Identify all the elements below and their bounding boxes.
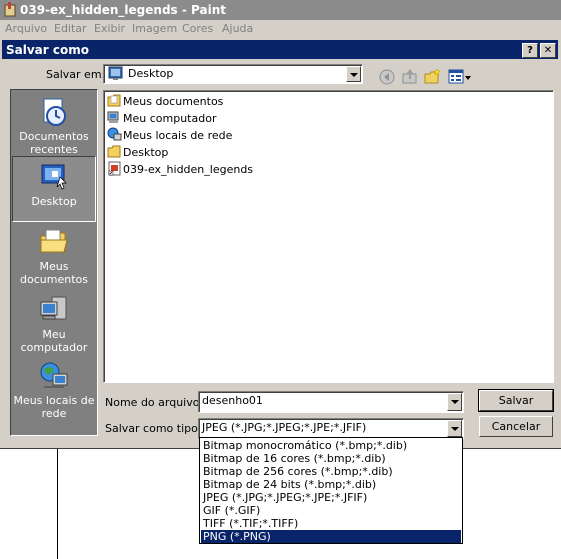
back-icon[interactable]: [378, 68, 396, 86]
place-my-computer[interactable]: Meu computador: [12, 290, 96, 356]
paint-menu-bar: Arquivo Editar Exibir Imagem Cores Ajuda: [0, 20, 561, 38]
save-in-label: Salvar em:: [46, 68, 106, 81]
place-label: Desktop: [31, 195, 77, 208]
filetype-option[interactable]: Bitmap de 24 bits (*.bmp;*.dib): [201, 478, 461, 491]
file-name: Meus locais de rede: [123, 129, 233, 142]
file-name: Meu computador: [123, 112, 217, 125]
my-computer-icon: [107, 111, 119, 123]
my-documents-icon: [107, 94, 121, 107]
menu-cores[interactable]: Cores: [182, 22, 213, 35]
place-recent-documents[interactable]: Documentos recentes: [12, 92, 96, 158]
cancel-button[interactable]: Cancelar: [479, 416, 553, 437]
filetype-option[interactable]: TIFF (*.TIF;*.TIFF): [201, 517, 461, 530]
save-in-select[interactable]: Desktop: [103, 64, 363, 84]
filetype-option[interactable]: Bitmap de 16 cores (*.bmp;*.dib): [201, 452, 461, 465]
file-name: 039-ex_hidden_legends: [123, 163, 254, 176]
menu-editar[interactable]: Editar: [54, 22, 87, 35]
save-as-dialog: Salvar como ? ✕ Salvar em: Desktop Docum…: [0, 38, 561, 449]
file-list[interactable]: Meus documentos Meu computador Meus loca…: [103, 90, 554, 383]
save-button[interactable]: Salvar: [478, 389, 554, 412]
filetype-option-highlighted[interactable]: PNG (*.PNG): [201, 530, 461, 543]
dialog-title-bar[interactable]: Salvar como ? ✕: [2, 40, 558, 59]
close-button[interactable]: ✕: [540, 43, 556, 58]
places-bar: Documentos recentes Desktop Meus documen…: [10, 89, 98, 436]
network-places-icon: [40, 362, 68, 388]
folder-icon: [107, 145, 121, 158]
filetype-option[interactable]: Bitmap de 256 cores (*.bmp;*.dib): [201, 465, 461, 478]
menu-imagem[interactable]: Imagem: [132, 22, 177, 35]
place-network-places[interactable]: Meus locais de rede: [12, 356, 96, 422]
file-name: Desktop: [123, 146, 169, 159]
place-label: Meus locais de rede: [13, 394, 95, 420]
paint-app-icon: [4, 2, 16, 17]
filename-field[interactable]: desenho01: [198, 391, 464, 413]
place-label: Meu computador: [20, 328, 88, 354]
canvas-edge: [57, 448, 58, 559]
chevron-down-icon[interactable]: [447, 393, 462, 411]
recent-documents-icon: [43, 98, 66, 126]
place-label: Documentos recentes: [19, 130, 89, 156]
network-places-icon: [107, 127, 122, 141]
desktop-icon: [41, 164, 67, 190]
place-my-documents[interactable]: Meus documentos: [12, 222, 96, 288]
filetype-option[interactable]: Bitmap monocromático (*.bmp;*.dib): [201, 439, 461, 452]
my-computer-icon: [40, 296, 67, 320]
new-folder-icon[interactable]: [424, 68, 442, 86]
filename-value: desenho01: [202, 394, 263, 407]
help-button[interactable]: ?: [522, 43, 538, 58]
filetype-value: JPEG (*.JPG;*.JPEG;*.JPE;*.JFIF): [202, 421, 367, 434]
view-menu-icon[interactable]: [448, 68, 472, 86]
filetype-option[interactable]: JPEG (*.JPG;*.JPEG;*.JPE;*.JFIF): [201, 491, 461, 504]
up-folder-icon[interactable]: [401, 68, 419, 86]
filetype-option[interactable]: GIF (*.GIF): [201, 504, 461, 517]
dialog-title: Salvar como: [6, 43, 89, 57]
save-in-value: Desktop: [128, 67, 174, 80]
desktop-icon: [108, 66, 123, 80]
shortcut-icon: [108, 161, 121, 176]
filetype-label: Salvar como tipo:: [105, 422, 202, 435]
place-desktop[interactable]: Desktop: [12, 156, 96, 222]
menu-arquivo[interactable]: Arquivo: [5, 22, 47, 35]
filetype-dropdown-list[interactable]: Bitmap monocromático (*.bmp;*.dib) Bitma…: [199, 437, 463, 544]
file-name: Meus documentos: [123, 95, 224, 108]
place-label: Meus documentos: [20, 260, 88, 286]
my-documents-icon: [40, 229, 68, 253]
chevron-down-icon[interactable]: [346, 66, 361, 82]
menu-exibir[interactable]: Exibir: [94, 22, 125, 35]
paint-title-bar[interactable]: 039-ex_hidden_legends - Paint: [0, 0, 561, 20]
filename-label: Nome do arquivo:: [105, 396, 204, 409]
menu-ajuda[interactable]: Ajuda: [222, 22, 253, 35]
filetype-select[interactable]: JPEG (*.JPG;*.JPEG;*.JPE;*.JFIF): [198, 418, 464, 439]
paint-title: 039-ex_hidden_legends - Paint: [20, 3, 226, 17]
chevron-down-icon[interactable]: [447, 420, 462, 437]
